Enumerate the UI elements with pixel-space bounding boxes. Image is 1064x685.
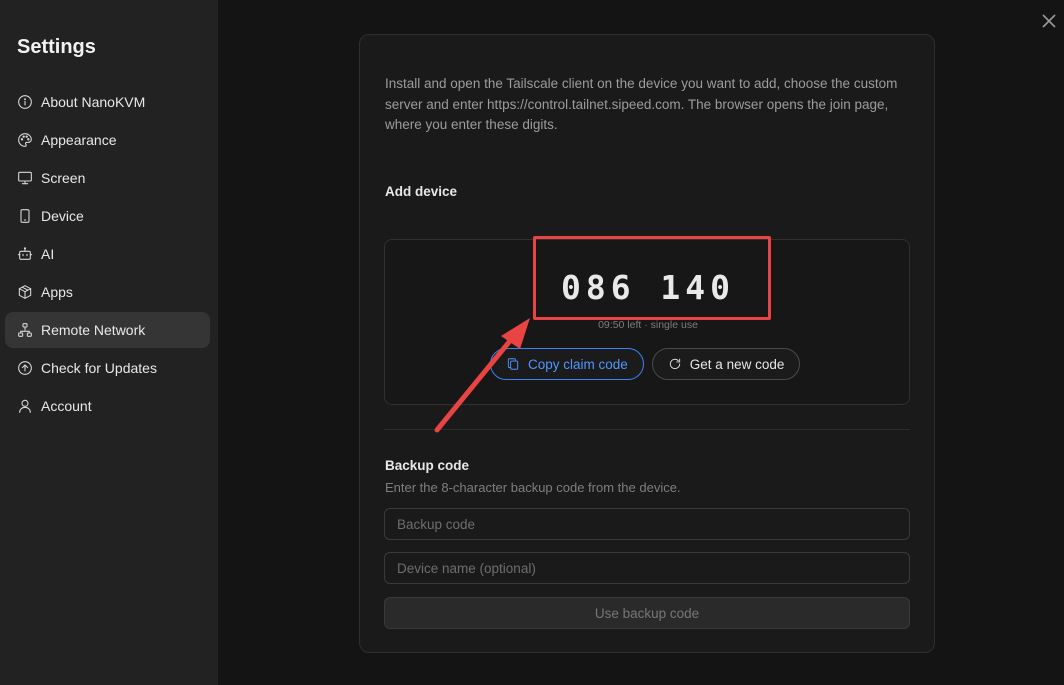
network-icon: [17, 322, 33, 338]
nav-item-check-for-updates[interactable]: Check for Updates: [5, 350, 210, 386]
claim-code-box: 086 140 09:50 left · single use Copy cla…: [384, 239, 910, 405]
get-new-code-button[interactable]: Get a new code: [651, 348, 801, 380]
smartphone-icon: [17, 208, 33, 224]
nav-item-device[interactable]: Device: [5, 198, 210, 234]
copy-icon: [507, 358, 519, 370]
settings-title: Settings: [17, 36, 96, 58]
section-divider: [384, 429, 910, 430]
use-backup-code-button[interactable]: Use backup code: [384, 597, 910, 629]
nav-item-label: Remote Network: [41, 322, 146, 338]
package-icon: [17, 284, 33, 300]
backup-code-input[interactable]: [384, 508, 910, 540]
claim-code-meta: 09:50 left · single use: [598, 319, 698, 331]
nav-item-apps[interactable]: Apps: [5, 274, 210, 310]
nav-item-label: About NanoKVM: [41, 94, 146, 110]
close-icon: [1042, 14, 1056, 28]
monitor-icon: [17, 170, 33, 186]
nav-item-label: Device: [41, 208, 84, 224]
backup-code-title: Backup code: [385, 458, 470, 473]
nav-item-remote-network[interactable]: Remote Network: [5, 312, 210, 348]
info-icon: [17, 94, 33, 110]
nav-item-label: Check for Updates: [41, 360, 157, 376]
claim-code: 086 140: [560, 268, 736, 307]
arrow-up-circle-icon: [17, 360, 33, 376]
add-device-title: Add device: [385, 184, 458, 199]
nav-item-appearance[interactable]: Appearance: [5, 122, 210, 158]
copy-claim-code-label: Copy claim code: [528, 356, 628, 372]
nav-item-label: Screen: [41, 170, 86, 186]
settings-sidebar: Settings About NanoKVM Appearance Screen…: [0, 0, 218, 685]
bot-icon: [17, 246, 33, 262]
claim-code-actions: Copy claim code Get a new code: [490, 348, 801, 380]
backup-code-description: Enter the 8-character backup code from t…: [385, 480, 681, 495]
close-button[interactable]: [1040, 12, 1058, 30]
get-new-code-label: Get a new code: [689, 356, 785, 372]
nav-item-screen[interactable]: Screen: [5, 160, 210, 196]
nav-item-label: Apps: [41, 284, 73, 300]
nav-item-label: Account: [41, 398, 92, 414]
setup-instructions: Install and open the Tailscale client on…: [385, 76, 898, 132]
nav-item-label: Appearance: [41, 132, 117, 148]
user-icon: [17, 398, 33, 414]
palette-icon: [17, 132, 33, 148]
copy-claim-code-button[interactable]: Copy claim code: [490, 348, 644, 380]
remote-network-card: Install and open the Tailscale client on…: [359, 34, 935, 653]
nav-item-ai[interactable]: AI: [5, 236, 210, 272]
settings-nav: About NanoKVM Appearance Screen Device A…: [5, 84, 210, 426]
nav-item-account[interactable]: Account: [5, 388, 210, 424]
nav-item-about-nanokvm[interactable]: About NanoKVM: [5, 84, 210, 120]
refresh-icon: [669, 358, 680, 370]
device-name-input[interactable]: [384, 552, 910, 584]
nav-item-label: AI: [41, 246, 55, 262]
